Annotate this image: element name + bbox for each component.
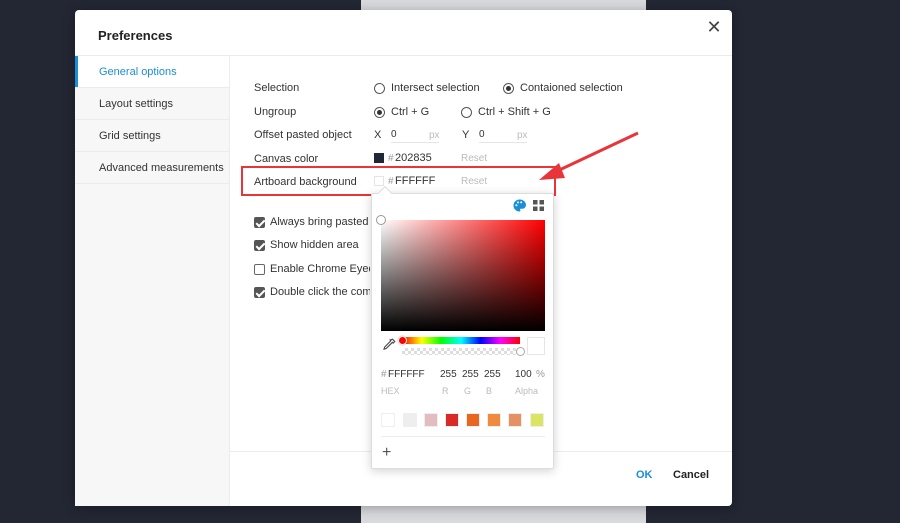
alpha-slider-handle[interactable] [516,347,525,356]
offset-x-unit: px [429,130,440,141]
preset-color-swatch[interactable] [424,413,438,427]
preset-color-swatch[interactable] [487,413,501,427]
picker-b-caption: B [486,386,493,396]
offset-x-label: X [374,129,382,141]
plus-icon[interactable]: + [382,444,391,462]
cancel-button[interactable]: Cancel [673,469,709,481]
sidebar-item-layout-settings[interactable]: Layout settings [75,88,229,120]
canvas-color-label: Canvas color [254,153,319,165]
eyedropper-icon[interactable] [382,338,396,352]
picker-alpha-caption: Alpha [515,386,539,396]
picker-g-caption: G [464,386,472,396]
sidebar: General options Layout settings Grid set… [75,56,230,506]
canvas-color-hash: # [388,153,394,164]
picker-alpha-unit: % [536,369,545,380]
sidebar-item-label: General options [99,66,177,78]
saturation-value-handle[interactable] [376,215,386,225]
sidebar-item-grid-settings[interactable]: Grid settings [75,120,229,152]
preset-color-swatch[interactable] [381,413,395,427]
selection-label: Selection [254,82,300,94]
color-picker-popup: # FFFFFF 255 255 255 100 % HEX R G B Alp… [371,185,554,469]
preset-color-swatch[interactable] [530,413,544,427]
alpha-slider[interactable] [402,347,525,356]
color-preview [527,337,545,355]
offset-y-label: Y [462,129,470,141]
artboard-background-value[interactable]: FFFFFF [395,175,435,187]
show-hidden-area-label: Show hidden area [270,239,359,251]
sidebar-item-label: Grid settings [99,130,161,142]
picker-b-input[interactable]: 255 [484,369,501,380]
annotation-arrow [539,131,639,180]
offset-y-unit: px [517,130,528,141]
intersect-selection-label: Intersect selection [391,82,480,94]
artboard-background-hash: # [388,176,394,187]
preset-color-swatch[interactable] [508,413,522,427]
palette-icon[interactable] [513,199,526,212]
ungroup-label: Ungroup [254,106,297,118]
enable-chrome-eyedropper-checkbox[interactable] [254,264,265,275]
artboard-background-swatch[interactable] [374,176,384,186]
saturation-value-area[interactable] [376,215,545,331]
contained-selection-label: Contaioned selection [520,82,623,94]
artboard-background-reset[interactable]: Reset [461,176,487,187]
sidebar-item-label: Layout settings [99,98,173,110]
picker-r-caption: R [442,386,449,396]
ungroup-ctrl-shift-g-radio[interactable] [461,107,472,118]
offset-pasted-object-label: Offset pasted object [254,129,352,141]
grid-icon[interactable] [533,200,544,211]
always-bring-pasted-checkbox[interactable] [254,217,265,228]
intersect-selection-radio[interactable] [374,83,385,94]
sidebar-item-general-options[interactable]: General options [75,56,229,88]
hue-slider-handle[interactable] [398,336,407,345]
preset-color-swatch[interactable] [403,413,417,427]
sidebar-item-advanced-measurements[interactable]: Advanced measurements [75,152,229,184]
double-click-component-checkbox[interactable] [254,287,265,298]
show-hidden-area-checkbox[interactable] [254,240,265,251]
picker-hex-hash: # [381,369,387,380]
dialog-title: Preferences [98,28,173,43]
canvas-color-swatch[interactable] [374,153,384,163]
enable-chrome-eyedropper-label: Enable Chrome Eyedrop [270,263,370,275]
sidebar-item-label: Advanced measurements [99,162,224,174]
double-click-component-label: Double click the compor [270,286,370,298]
picker-g-input[interactable]: 255 [462,369,479,380]
ungroup-ctrl-shift-g-label: Ctrl + Shift + G [478,106,551,118]
picker-hex-input[interactable]: FFFFFF [388,369,425,380]
picker-hex-caption: HEX [381,386,400,396]
dialog-header: Preferences ✕ [75,10,732,56]
ungroup-ctrl-g-radio[interactable] [374,107,385,118]
canvas-color-value[interactable]: 202835 [395,152,432,164]
preset-color-swatch[interactable] [466,413,480,427]
artboard-background-label: Artboard background [254,176,357,188]
picker-divider [381,436,545,437]
picker-r-input[interactable]: 255 [440,369,457,380]
ok-button[interactable]: OK [636,469,653,481]
hue-slider[interactable] [398,336,520,345]
picker-alpha-input[interactable]: 100 [515,369,532,380]
close-icon[interactable]: ✕ [706,18,722,36]
ungroup-ctrl-g-label: Ctrl + G [391,106,430,118]
preset-color-swatch[interactable] [445,413,459,427]
always-bring-pasted-label: Always bring pasted obj [270,216,370,228]
canvas-color-reset[interactable]: Reset [461,153,487,164]
contained-selection-radio[interactable] [503,83,514,94]
